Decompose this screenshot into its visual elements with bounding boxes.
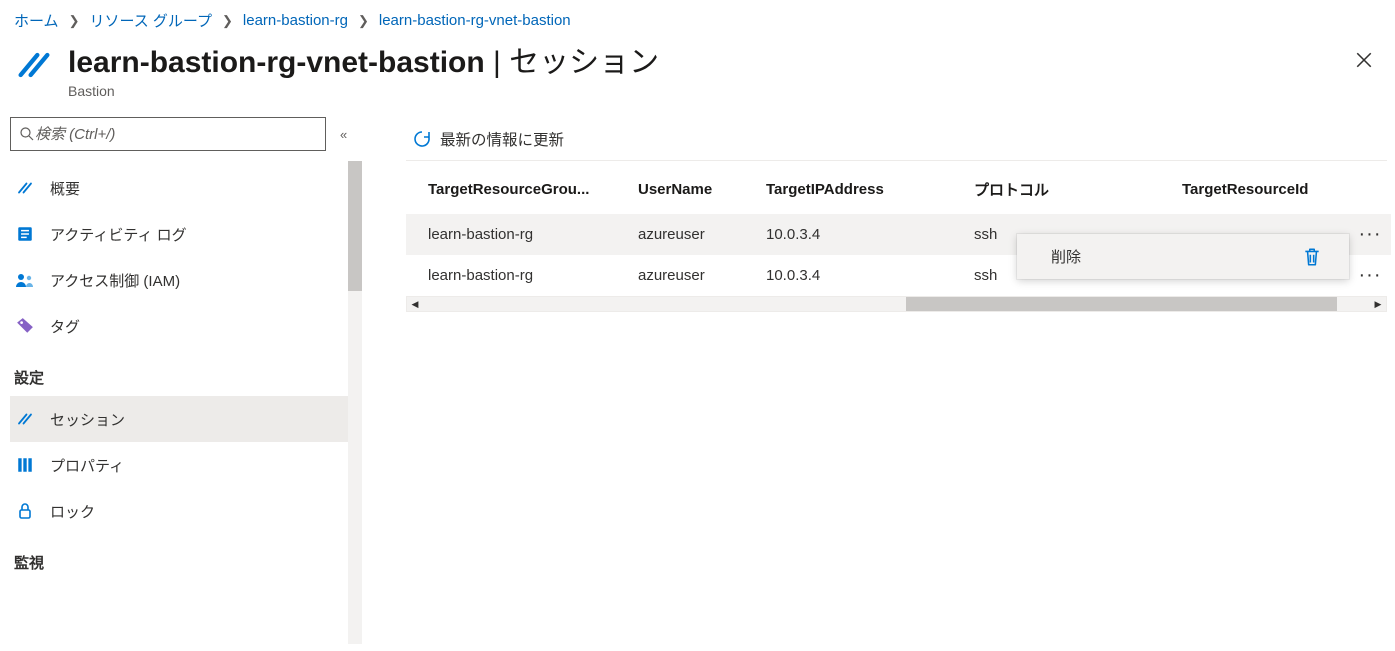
page-title: learn-bastion-rg-vnet-bastion | セッション — [68, 45, 1381, 81]
search-input[interactable] — [35, 126, 317, 143]
breadcrumb: ホーム ❯ リソース グループ ❯ learn-bastion-rg ❯ lea… — [0, 0, 1395, 37]
command-bar: 最新の情報に更新 — [406, 117, 1387, 161]
bastion-icon — [14, 45, 54, 85]
sidebar-item-label: 概要 — [50, 178, 80, 199]
sidebar-heading-monitoring: 監視 — [10, 534, 350, 581]
col-username[interactable]: UserName — [616, 163, 744, 214]
sidebar-search[interactable] — [10, 117, 326, 151]
sidebar-scrollbar-thumb[interactable] — [348, 161, 362, 291]
sidebar-scrollbar[interactable] — [348, 161, 362, 644]
sidebar-item-label: ロック — [50, 501, 95, 522]
context-menu-delete-label: 削除 — [1051, 246, 1081, 267]
resource-type-label: Bastion — [68, 83, 1381, 99]
sidebar-item-label: セッション — [50, 409, 125, 430]
people-icon — [14, 269, 36, 291]
cell-rg: learn-bastion-rg — [406, 255, 616, 296]
cell-user: azureuser — [616, 255, 744, 296]
chevron-right-icon: ❯ — [69, 13, 80, 29]
chevron-right-icon: ❯ — [358, 13, 369, 29]
breadcrumb-item-resource[interactable]: learn-bastion-rg-vnet-bastion — [379, 12, 571, 29]
collapse-sidebar-button[interactable]: « — [340, 127, 347, 142]
main-content: 最新の情報に更新 TargetResourceGrou... UserName — [362, 113, 1395, 644]
scroll-right-icon[interactable]: ▶ — [1370, 297, 1386, 311]
cell-rg: learn-bastion-rg — [406, 214, 616, 255]
tag-icon — [14, 315, 36, 337]
col-target-ip[interactable]: TargetIPAddress — [744, 163, 952, 214]
chevron-right-icon: ❯ — [222, 13, 233, 29]
sidebar: « 概要 アクティビティ ログ アクセス制御 (IAM) — [0, 113, 362, 644]
table-header-row: TargetResourceGrou... UserName TargetIPA… — [406, 163, 1391, 214]
page-header: learn-bastion-rg-vnet-bastion | セッション Ba… — [0, 37, 1395, 113]
context-menu-delete[interactable]: 削除 — [1017, 234, 1349, 279]
sessions-grid: TargetResourceGrou... UserName TargetIPA… — [406, 163, 1391, 312]
trash-icon — [1303, 247, 1321, 267]
sidebar-item-properties[interactable]: プロパティ — [10, 442, 350, 488]
grid-horizontal-scrollbar[interactable]: ◀ ▶ — [406, 296, 1387, 312]
refresh-label: 最新の情報に更新 — [440, 128, 564, 150]
resource-name: learn-bastion-rg-vnet-bastion — [68, 46, 485, 79]
col-protocol[interactable]: プロトコル — [952, 163, 1160, 214]
breadcrumb-item-home[interactable]: ホーム — [14, 10, 59, 31]
close-button[interactable] — [1351, 47, 1377, 73]
row-actions-button[interactable]: ··· — [1359, 264, 1382, 286]
sidebar-item-label: タグ — [50, 316, 80, 337]
sidebar-item-locks[interactable]: ロック — [10, 488, 350, 534]
breadcrumb-item-resource-groups[interactable]: リソース グループ — [89, 10, 212, 31]
refresh-button[interactable]: 最新の情報に更新 — [406, 124, 570, 154]
scrollbar-thumb[interactable] — [906, 297, 1337, 311]
lock-icon — [14, 500, 36, 522]
sidebar-item-overview[interactable]: 概要 — [10, 165, 350, 211]
col-target-resource-id[interactable]: TargetResourceId — [1160, 163, 1349, 214]
sidebar-heading-settings: 設定 — [10, 349, 350, 396]
sidebar-item-label: プロパティ — [50, 455, 124, 476]
row-context-menu: 削除 — [1017, 234, 1349, 279]
sidebar-item-activity-log[interactable]: アクティビティ ログ — [10, 211, 350, 257]
scroll-left-icon[interactable]: ◀ — [407, 297, 423, 311]
cell-user: azureuser — [616, 214, 744, 255]
search-icon — [19, 126, 35, 142]
sidebar-item-sessions[interactable]: セッション — [10, 396, 350, 442]
sidebar-item-tags[interactable]: タグ — [10, 303, 350, 349]
sidebar-item-label: アクセス制御 (IAM) — [50, 270, 180, 291]
row-actions-button[interactable]: ··· — [1359, 223, 1382, 245]
cell-ip: 10.0.3.4 — [744, 255, 952, 296]
bastion-icon — [14, 177, 36, 199]
col-target-resource-group[interactable]: TargetResourceGrou... — [406, 163, 616, 214]
blade-subtitle: セッション — [509, 46, 659, 79]
breadcrumb-item-rg[interactable]: learn-bastion-rg — [243, 12, 348, 29]
cell-ip: 10.0.3.4 — [744, 214, 952, 255]
sidebar-item-iam[interactable]: アクセス制御 (IAM) — [10, 257, 350, 303]
log-icon — [14, 223, 36, 245]
bastion-icon — [14, 408, 36, 430]
col-actions — [1349, 163, 1391, 214]
title-separator: | — [485, 46, 509, 79]
refresh-icon — [412, 129, 432, 149]
sidebar-item-label: アクティビティ ログ — [50, 224, 187, 245]
properties-icon — [14, 454, 36, 476]
